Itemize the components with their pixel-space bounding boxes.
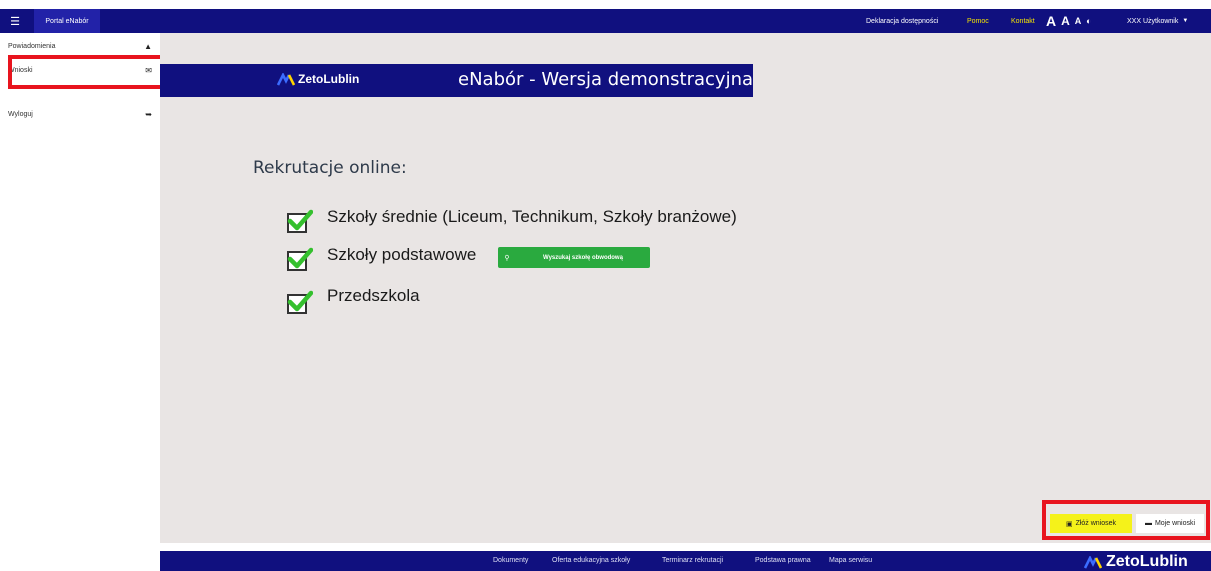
chevron-down-icon: ▼ (1182, 18, 1189, 24)
checkbox-secondary-schools[interactable] (285, 207, 313, 233)
search-district-school-button[interactable]: ⚲ Wyszukaj szkołę obwodową (498, 247, 650, 268)
submit-application-label: Złóż wniosek (1075, 520, 1117, 527)
hamburger-icon[interactable]: ☰ (0, 9, 30, 33)
logo-text: ZetoLublin (298, 72, 360, 86)
secondary-schools-link[interactable]: Szkoły średnie (Liceum, Technikum, Szkoł… (327, 207, 737, 227)
sidebar-item-label: Powiadomienia (8, 42, 56, 50)
checkbox-primary-schools[interactable] (285, 245, 313, 271)
submit-application-button[interactable]: ▣ Złóż wniosek (1050, 514, 1132, 533)
sidebar: Powiadomienia ▲ Wnioski ✉ Wyloguj ➥ (0, 33, 160, 571)
font-small-button[interactable]: A (1075, 16, 1082, 26)
top-bar: ☰ Portal eNabór Deklaracja dostępności P… (0, 9, 1211, 33)
primary-schools-link[interactable]: Szkoły podstawowe (327, 245, 476, 265)
footer-link-documents[interactable]: Dokumenty (493, 557, 528, 564)
highlight-box-applications (8, 55, 168, 89)
header-banner: ZetoLublin eNabór - Wersja demonstracyjn… (160, 64, 753, 97)
footer-link-legal-basis[interactable]: Podstawa prawna (755, 557, 811, 564)
my-applications-label: Moje wnioski (1154, 520, 1196, 527)
footer: Dokumenty Oferta edukacyjna szkoły Termi… (160, 551, 1211, 571)
font-size-controls: A A A ◐ (1046, 9, 1092, 33)
checkbox-preschools[interactable] (285, 288, 313, 314)
accessibility-declaration-link[interactable]: Deklaracja dostępności (866, 9, 938, 33)
user-name: XXX Użytkownik (1127, 17, 1179, 25)
font-large-button[interactable]: A (1046, 13, 1056, 29)
search-button-label: Wyszukaj szkołę obwodową (543, 254, 623, 261)
document-icon: ▣ (1065, 520, 1073, 528)
folder-icon: ▬ (1144, 520, 1152, 527)
main-content: ZetoLublin eNabór - Wersja demonstracyjn… (160, 33, 1211, 543)
contact-link[interactable]: Kontakt (1011, 9, 1035, 33)
search-icon: ⚲ (504, 254, 510, 262)
section-title: Rekrutacje online: (253, 158, 407, 178)
check-icon (287, 247, 313, 269)
footer-link-schedule[interactable]: Terminarz rekrutacji (662, 557, 723, 564)
bell-icon: ▲ (144, 41, 152, 51)
my-applications-button[interactable]: ▬ Moje wnioski (1136, 514, 1204, 533)
logout-icon: ➥ (145, 109, 152, 119)
sidebar-item-notifications[interactable]: Powiadomienia ▲ (8, 38, 152, 54)
preschools-link[interactable]: Przedszkola (327, 286, 420, 306)
sidebar-item-label: Wyloguj (8, 110, 33, 118)
footer-link-sitemap[interactable]: Mapa serwisu (829, 557, 872, 564)
footer-logo-text: ZetoLublin (1106, 553, 1188, 570)
help-link[interactable]: Pomoc (967, 9, 989, 33)
portal-home-link[interactable]: Portal eNabór (34, 9, 100, 33)
zeto-logo-icon (1084, 556, 1102, 569)
user-menu[interactable]: XXX Użytkownik ▼ (1127, 9, 1188, 33)
zeto-logo-icon (277, 73, 295, 86)
footer-link-education-offer[interactable]: Oferta edukacyjna szkoły (552, 557, 630, 564)
page-title: eNabór - Wersja demonstracyjna (458, 69, 754, 90)
check-icon (287, 290, 313, 312)
check-icon (287, 209, 313, 231)
sidebar-item-logout[interactable]: Wyloguj ➥ (8, 106, 152, 122)
font-medium-button[interactable]: A (1061, 14, 1070, 28)
contrast-icon[interactable]: ◐ (1086, 16, 1091, 26)
